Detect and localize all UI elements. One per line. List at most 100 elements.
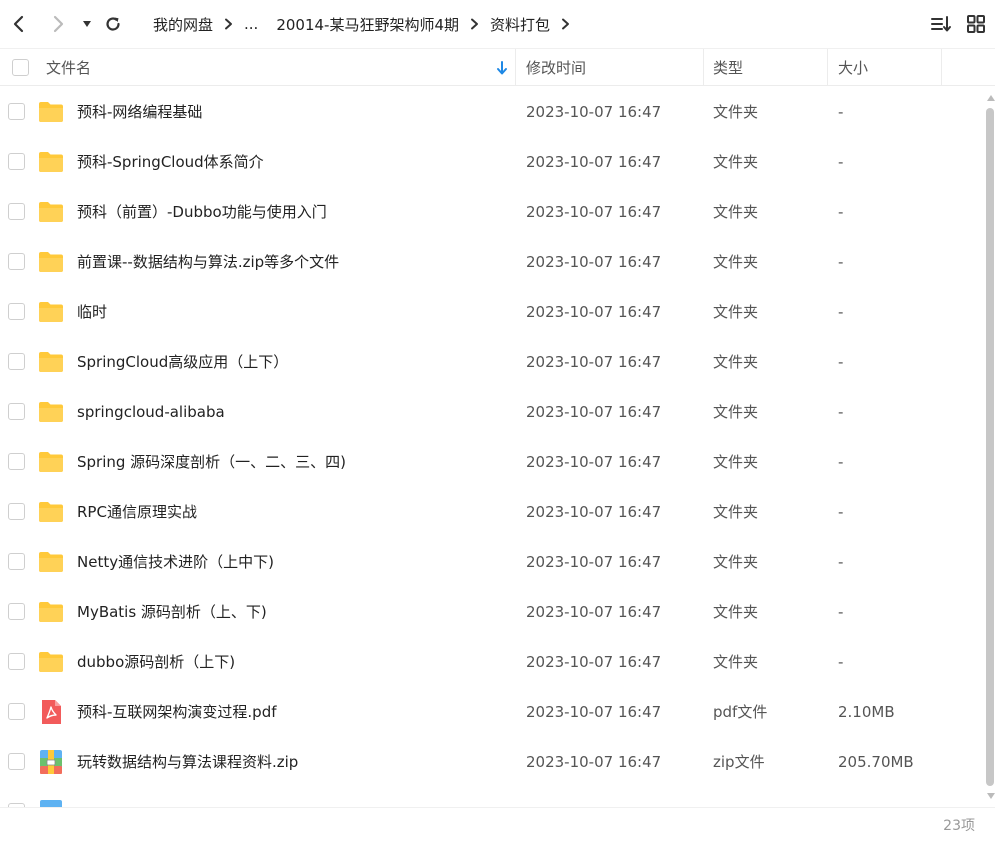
file-name[interactable]: Netty通信技术进阶（上中下) (77, 537, 274, 587)
row-checkbox[interactable] (8, 503, 25, 520)
file-modified-time: 2023-10-07 16:47 (526, 103, 662, 121)
row-checkbox[interactable] (8, 153, 25, 170)
row-checkbox[interactable] (8, 103, 25, 120)
row-checkbox[interactable] (8, 353, 25, 370)
file-row[interactable]: 预科（前置）-Dubbo功能与使用入门 2023-10-07 16:47 文件夹 - (0, 187, 985, 237)
folder-icon (38, 549, 64, 575)
column-header-type[interactable]: 类型 (713, 49, 743, 86)
folder-icon (38, 449, 64, 475)
chevron-right-icon (561, 18, 570, 30)
column-divider[interactable] (515, 49, 516, 86)
breadcrumb-item-ellipsis[interactable]: ... (243, 15, 259, 33)
column-divider[interactable] (827, 49, 828, 86)
file-size: - (838, 253, 844, 271)
column-header: 文件名 修改时间 类型 大小 (0, 48, 995, 86)
column-header-size[interactable]: 大小 (838, 49, 868, 86)
refresh-button[interactable] (96, 7, 130, 41)
file-name[interactable]: dubbo源码剖析（上下) (77, 637, 235, 687)
file-name[interactable]: SpringCloud高级应用（上下） (77, 337, 288, 387)
file-modified-time: 2023-10-07 16:47 (526, 353, 662, 371)
file-row[interactable]: 玩转数据结构与算法课程资料.zip 2023-10-07 16:47 zip文件 20… (0, 737, 985, 787)
file-row[interactable]: 临时 2023-10-07 16:47 文件夹 - (0, 287, 985, 337)
row-checkbox[interactable] (8, 753, 25, 770)
file-name[interactable]: 前置课--数据结构与算法.zip等多个文件 (77, 237, 339, 287)
file-type: 文件夹 (713, 253, 759, 271)
folder-icon (38, 349, 64, 375)
scrollbar-thumb[interactable] (986, 108, 994, 786)
row-checkbox[interactable] (8, 203, 25, 220)
folder-icon (38, 149, 64, 175)
file-row[interactable]: Spring 源码深度剖析（一、二、三、四) 2023-10-07 16:47 文件… (0, 437, 985, 487)
file-name[interactable]: 预科-SpringCloud体系简介 (77, 137, 264, 187)
row-checkbox[interactable] (8, 253, 25, 270)
file-type: 文件夹 (713, 403, 759, 421)
file-name[interactable]: 预科-网络编程基础 (77, 87, 202, 137)
file-size: - (838, 553, 844, 571)
refresh-icon (106, 17, 120, 31)
file-modified-time: 2023-10-07 16:47 (526, 303, 662, 321)
row-checkbox[interactable] (8, 303, 25, 320)
row-checkbox[interactable] (8, 553, 25, 570)
file-row[interactable]: 预科-互联网架构演变过程.pdf 2023-10-07 16:47 pdf文件 2.1… (0, 687, 985, 737)
chevron-left-icon (13, 15, 24, 33)
file-type: 文件夹 (713, 553, 759, 571)
file-type: 文件夹 (713, 303, 759, 321)
folder-icon (38, 199, 64, 225)
file-name[interactable]: 临时 (77, 287, 107, 337)
sort-descending-icon (497, 61, 507, 75)
breadcrumb-item-root[interactable]: 我的网盘 (152, 14, 214, 35)
row-checkbox[interactable] (8, 403, 25, 420)
chevron-right-icon (53, 15, 64, 33)
file-row[interactable]: MyBatis 源码剖析（上、下) 2023-10-07 16:47 文件夹 - (0, 587, 985, 637)
file-type: 文件夹 (713, 203, 759, 221)
file-row[interactable]: 预科-网络编程基础 2023-10-07 16:47 文件夹 - (0, 87, 985, 137)
column-header-name[interactable]: 文件名 (46, 49, 514, 86)
column-divider[interactable] (703, 49, 704, 86)
row-checkbox[interactable] (8, 603, 25, 620)
grid-view-button[interactable] (964, 12, 988, 36)
file-row-partial[interactable] (0, 787, 985, 807)
sort-button[interactable] (929, 12, 953, 36)
file-name[interactable]: Spring 源码深度剖析（一、二、三、四) (77, 437, 346, 487)
breadcrumb-item-course[interactable]: 20014-某马狂野架构师4期 (275, 14, 460, 35)
breadcrumb-item-current[interactable]: 资料打包 (489, 14, 551, 35)
file-type: 文件夹 (713, 503, 759, 521)
select-all-checkbox[interactable] (12, 49, 29, 86)
folder-icon (38, 299, 64, 325)
file-row[interactable]: springcloud-alibaba 2023-10-07 16:47 文件夹 - (0, 387, 985, 437)
file-row[interactable]: Netty通信技术进阶（上中下) 2023-10-07 16:47 文件夹 - (0, 537, 985, 587)
file-name[interactable]: 玩转数据结构与算法课程资料.zip (77, 737, 298, 787)
file-name[interactable]: 预科-互联网架构演变过程.pdf (77, 687, 277, 737)
folder-icon (38, 599, 64, 625)
row-checkbox[interactable] (8, 453, 25, 470)
file-type: 文件夹 (713, 103, 759, 121)
column-header-modified[interactable]: 修改时间 (526, 49, 586, 86)
row-checkbox[interactable] (8, 703, 25, 720)
checkbox-box (12, 59, 29, 76)
file-name[interactable]: MyBatis 源码剖析（上、下) (77, 587, 267, 637)
column-header-type-label: 类型 (713, 59, 744, 77)
file-modified-time: 2023-10-07 16:47 (526, 203, 662, 221)
file-name[interactable]: 预科（前置）-Dubbo功能与使用入门 (77, 187, 327, 237)
file-row[interactable]: dubbo源码剖析（上下) 2023-10-07 16:47 文件夹 - (0, 637, 985, 687)
scroll-down-arrow-icon[interactable] (987, 793, 995, 799)
file-name[interactable]: RPC通信原理实战 (77, 487, 197, 537)
file-size: - (838, 153, 844, 171)
file-row[interactable]: SpringCloud高级应用（上下） 2023-10-07 16:47 文件夹 - (0, 337, 985, 387)
file-name[interactable]: springcloud-alibaba (77, 387, 225, 437)
file-type: 文件夹 (713, 603, 759, 621)
file-type: 文件夹 (713, 153, 759, 171)
column-divider[interactable] (941, 49, 942, 86)
chevron-right-icon (470, 18, 479, 30)
file-modified-time: 2023-10-07 16:47 (526, 153, 662, 171)
back-button[interactable] (2, 7, 36, 41)
row-checkbox[interactable] (8, 653, 25, 670)
file-row[interactable]: 预科-SpringCloud体系简介 2023-10-07 16:47 文件夹 - (0, 137, 985, 187)
breadcrumb: 我的网盘 ... 20014-某马狂野架构师4期 资料打包 (152, 0, 580, 48)
file-modified-time: 2023-10-07 16:47 (526, 603, 662, 621)
file-modified-time: 2023-10-07 16:47 (526, 753, 662, 771)
file-row[interactable]: 前置课--数据结构与算法.zip等多个文件 2023-10-07 16:47 文件夹… (0, 237, 985, 287)
file-modified-time: 2023-10-07 16:47 (526, 703, 662, 721)
scroll-up-arrow-icon[interactable] (987, 95, 995, 101)
file-row[interactable]: RPC通信原理实战 2023-10-07 16:47 文件夹 - (0, 487, 985, 537)
